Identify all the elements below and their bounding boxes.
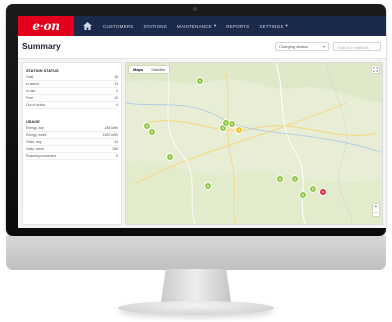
row-label: Visits, week: [26, 147, 44, 151]
row-value: 9: [116, 154, 118, 158]
chevron-down-icon: ▾: [285, 23, 288, 28]
select-value: Charging station: [279, 44, 309, 49]
home-icon[interactable]: [83, 21, 93, 31]
zoom-control[interactable]: + −: [373, 204, 379, 216]
station-marker-green[interactable]: [291, 170, 299, 188]
station-marker-green[interactable]: [204, 177, 212, 195]
nav-settings[interactable]: SETTINGS ▾: [259, 23, 288, 29]
search-input[interactable]: Search in stations: [333, 42, 381, 51]
nav-stations[interactable]: STATIONS: [143, 24, 166, 29]
nav-stations-label: STATIONS: [143, 23, 167, 29]
table-row: Energy, week 1620 kWh: [26, 133, 118, 139]
page-title: Summary: [22, 41, 61, 51]
nav-maintenance[interactable]: MAINTENANCE ▾: [177, 23, 216, 29]
table-row: Out of action 4: [26, 103, 118, 109]
page-header: Summary Charging station ▾ Search in sta…: [18, 36, 386, 59]
row-value: 1620 kWh: [102, 133, 118, 137]
row-value: 4: [116, 103, 118, 107]
nav-settings-label: SETTINGS: [259, 23, 284, 29]
row-label: In action: [26, 82, 39, 86]
station-marker-red[interactable]: [319, 183, 327, 201]
monitor-stand-base: [118, 301, 274, 315]
row-value: 10: [114, 96, 118, 100]
top-navbar: e·on CUSTOMERS STATIONS MAINTENANCE ▾ REP…: [18, 16, 386, 36]
table-row: Total 18: [26, 75, 118, 81]
row-value: 248 kWh: [104, 126, 118, 130]
row-value: 286: [112, 147, 118, 151]
stats-panel: STATION STATUS Total 18 In action 13 In us…: [22, 62, 122, 225]
chevron-down-icon: ▾: [213, 23, 217, 28]
tab-satellite[interactable]: Satellite: [147, 66, 169, 73]
monitor-screen: e·on CUSTOMERS STATIONS MAINTENANCE ▾ REP…: [18, 16, 386, 228]
stations-map[interactable]: Maps Satellite + −: [125, 62, 383, 225]
table-row: In use 3: [26, 89, 118, 95]
table-row: Free 10: [26, 96, 118, 102]
nav-maintenance-label: MAINTENANCE: [176, 23, 212, 29]
table-row: Roaming customers 9: [26, 154, 118, 160]
nav-customers[interactable]: CUSTOMERS: [103, 24, 133, 29]
table-row: Visits, week 286: [26, 147, 118, 153]
map-background: [126, 63, 382, 224]
table-row: In action 13: [26, 82, 118, 88]
station-type-select[interactable]: Charging station ▾: [275, 42, 329, 51]
eon-logo[interactable]: e·on: [18, 16, 74, 36]
station-marker-green[interactable]: [222, 114, 230, 132]
station-marker-yellow[interactable]: [235, 121, 243, 139]
fullscreen-icon[interactable]: [372, 66, 379, 73]
nav-reports[interactable]: REPORTS: [226, 24, 249, 29]
station-status-title: STATION STATUS: [26, 68, 59, 73]
row-label: Free: [26, 96, 33, 100]
station-marker-green[interactable]: [166, 148, 174, 166]
nav-customers-label: CUSTOMERS: [103, 23, 134, 29]
row-value: 18: [114, 75, 118, 79]
station-marker-green[interactable]: [299, 186, 307, 204]
station-marker-green[interactable]: [309, 180, 317, 198]
map-type-tabs: Maps Satellite: [129, 66, 170, 73]
row-value: 13: [114, 82, 118, 86]
row-label: Total: [26, 75, 34, 79]
chevron-down-icon: ▾: [322, 44, 325, 49]
tab-maps[interactable]: Maps: [129, 66, 147, 73]
table-row: Visits, day 44: [26, 140, 118, 146]
zoom-out-icon[interactable]: −: [373, 210, 379, 216]
row-label: Energy, day: [26, 126, 44, 130]
usage-title: USAGE: [26, 119, 40, 124]
row-value: 44: [114, 140, 118, 144]
row-label: Energy, week: [26, 133, 47, 137]
station-marker-green[interactable]: [143, 117, 151, 135]
row-label: Out of action: [26, 103, 46, 107]
nav-reports-label: REPORTS: [226, 23, 250, 29]
table-row: Energy, day 248 kWh: [26, 126, 118, 132]
row-label: In use: [26, 89, 36, 93]
monitor-chin: [6, 236, 386, 270]
row-value: 3: [116, 89, 118, 93]
station-marker-green[interactable]: [196, 72, 204, 90]
row-label: Roaming customers: [26, 154, 57, 158]
row-label: Visits, day: [26, 140, 42, 144]
webcam-dot: [193, 7, 197, 11]
station-marker-green[interactable]: [276, 170, 284, 188]
monitor-bezel: e·on CUSTOMERS STATIONS MAINTENANCE ▾ REP…: [6, 4, 386, 236]
